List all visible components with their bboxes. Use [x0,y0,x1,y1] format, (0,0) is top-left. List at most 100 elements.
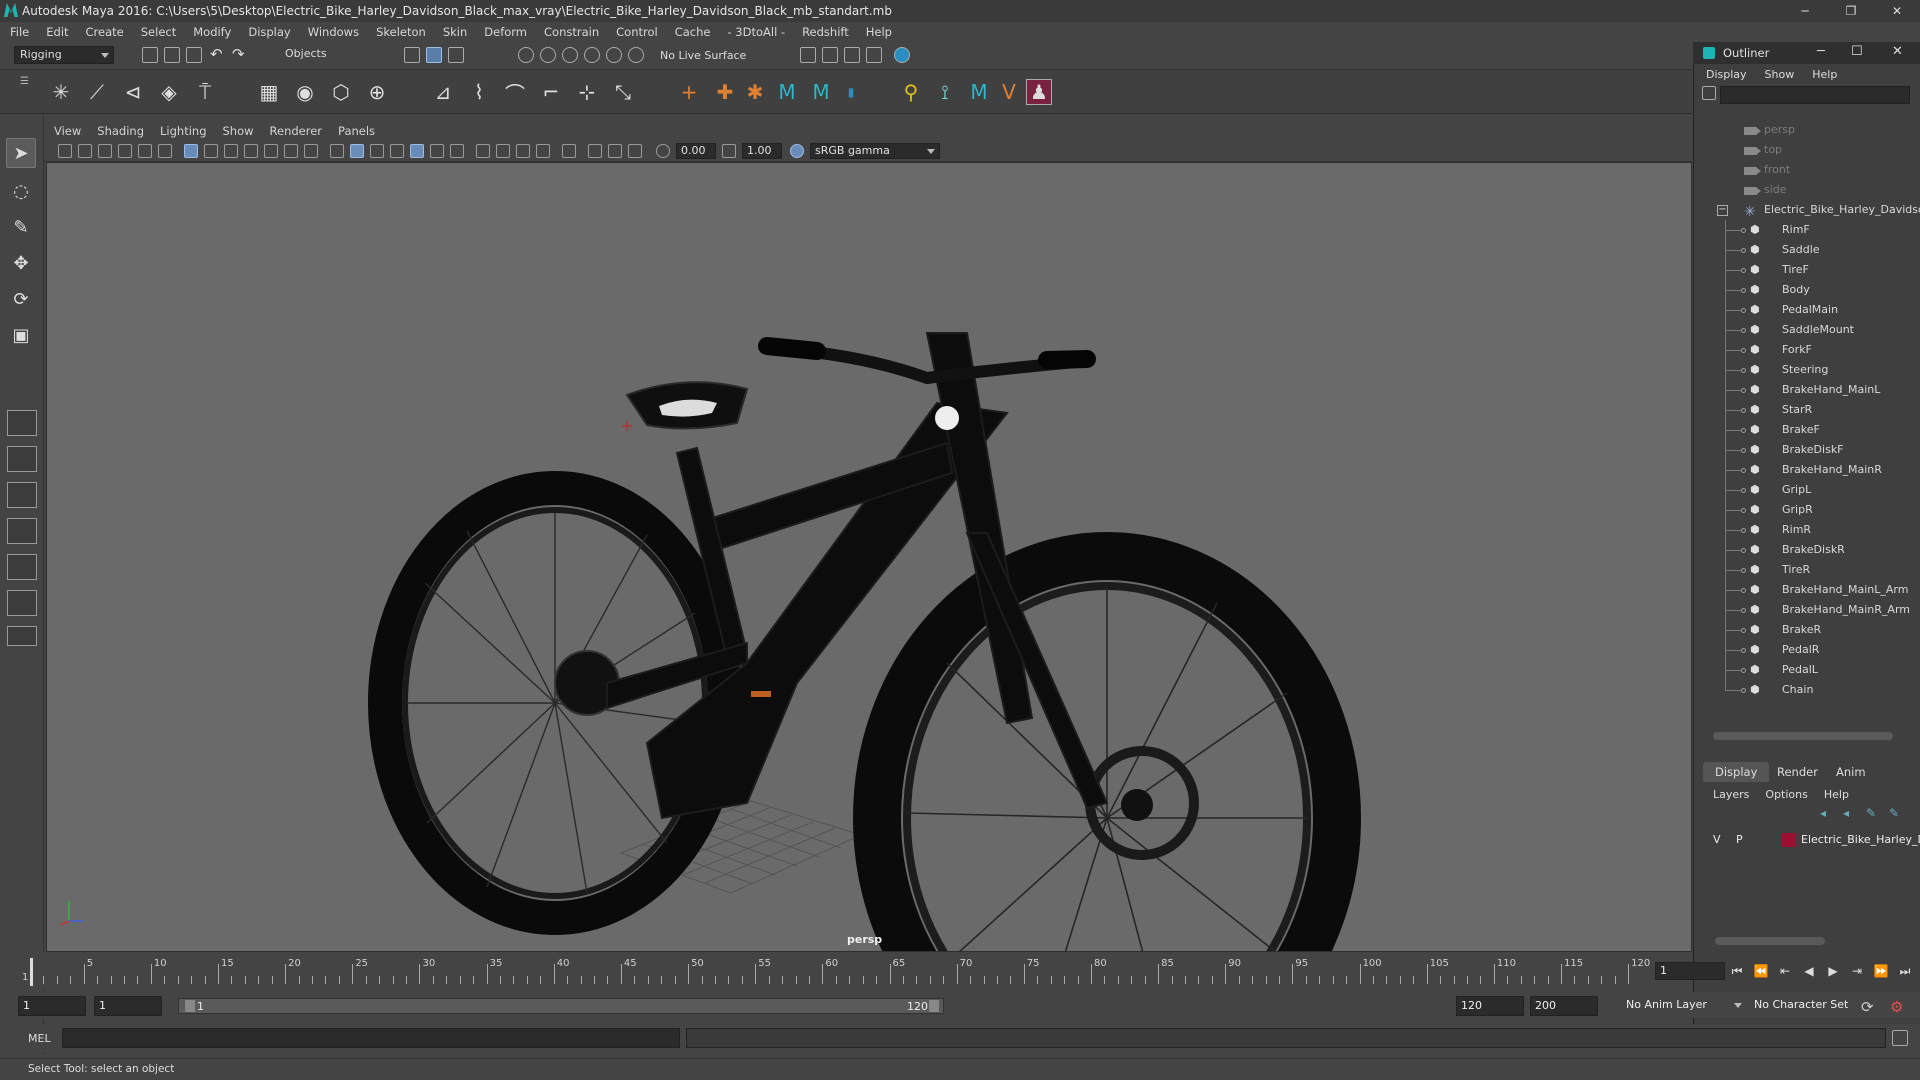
four-view-layout-icon[interactable] [7,446,37,472]
layer-tab-anim[interactable]: Anim [1824,762,1878,782]
snap-grid-icon[interactable] [518,47,534,63]
single-perspective-layout-icon[interactable] [7,410,37,436]
step-forward-frame-icon[interactable]: ⏩ [1872,962,1890,980]
expand-dot-icon[interactable] [1741,648,1746,653]
vp-menu-view[interactable]: View [54,124,81,138]
pole-vector-icon[interactable]: ⚲ [898,79,924,105]
outliner-persp-graph-layout-icon[interactable] [7,590,37,616]
expand-dot-icon[interactable] [1741,428,1746,433]
playback-start-field[interactable]: 1 [94,996,162,1016]
grid-toggle-icon[interactable] [184,144,198,158]
exposure-icon[interactable] [656,144,670,158]
expand-dot-icon[interactable] [1741,448,1746,453]
expand-dot-icon[interactable] [1741,408,1746,413]
expand-dot-icon[interactable] [1741,488,1746,493]
exposure-field[interactable]: 0.00 [676,143,716,159]
open-scene-icon[interactable] [164,47,180,63]
collapse-icon[interactable]: − [1717,205,1728,216]
command-input[interactable] [62,1028,680,1048]
joint-tool-icon[interactable]: ✳ [48,79,74,105]
wrap-deformer-icon[interactable]: ⬡ [328,79,354,105]
render-view-icon[interactable] [800,47,816,63]
expand-dot-icon[interactable] [1741,268,1746,273]
outliner-item-mesh[interactable]: ⬢ ForkF [1700,340,1910,360]
menu-skeleton[interactable]: Skeleton [376,25,426,39]
undo-icon[interactable]: ↶ [210,45,223,63]
outliner-item-mesh[interactable]: ⬢ BrakeHand_MainL_Arm [1700,580,1910,600]
menu-constrain[interactable]: Constrain [544,25,599,39]
outliner-item-mesh[interactable]: ⬢ TireR [1700,560,1910,580]
shelf-menu-icon[interactable]: ☰ [20,76,29,87]
parent-constraint-icon[interactable]: ▮ [838,79,864,105]
range-slider[interactable]: 1 120 [178,998,944,1014]
safe-title-icon[interactable] [304,144,318,158]
outliner-item-mesh[interactable]: ⬢ GripR [1700,500,1910,520]
minimize-button[interactable]: ─ [1782,0,1828,22]
isolate-select-icon[interactable] [562,144,576,158]
expand-dot-icon[interactable] [1741,628,1746,633]
multisample-aa-icon[interactable] [516,144,530,158]
aim-constraint-icon[interactable]: ✚ [712,79,738,105]
play-backward-icon[interactable]: ◀ [1800,962,1818,980]
layer-tab-render[interactable]: Render [1765,762,1830,782]
select-camera-icon[interactable] [58,144,72,158]
snap-point-icon[interactable] [562,47,578,63]
snap-curve-icon[interactable] [540,47,556,63]
wireframe-icon[interactable] [330,144,344,158]
point-constraint-icon[interactable]: + [676,79,702,105]
ipr-render-icon[interactable] [844,47,860,63]
scale-tool-icon[interactable]: ▣ [6,320,36,350]
expand-dot-icon[interactable] [1741,228,1746,233]
expand-dot-icon[interactable] [1741,508,1746,513]
step-back-frame-icon[interactable]: ⏪ [1752,962,1770,980]
new-layer-icon[interactable]: ✎ [1866,806,1876,820]
outliner-item-persp[interactable]: persp [1700,120,1910,140]
live-surface-label[interactable]: No Live Surface [660,49,746,62]
outliner-close-button[interactable]: ✕ [1892,44,1903,59]
layer-visibility-toggle[interactable]: V [1713,830,1721,850]
outliner-item-mesh[interactable]: ⬢ SaddleMount [1700,320,1910,340]
outliner-horizontal-scrollbar[interactable] [1713,732,1893,740]
safe-action-icon[interactable] [284,144,298,158]
layer-menu-help[interactable]: Help [1824,788,1849,801]
bookmarks-icon[interactable] [98,144,112,158]
character-set-dropdown[interactable]: No Character Set [1750,996,1870,1016]
expand-dot-icon[interactable] [1741,568,1746,573]
outliner-item-mesh[interactable]: ⬢ BrakeHand_MainR [1700,460,1910,480]
script-editor-icon[interactable] [1892,1030,1908,1046]
outliner-item-front[interactable]: front [1700,160,1910,180]
animation-end-field[interactable]: 200 [1530,996,1598,1016]
layer-row[interactable]: V P Electric_Bike_Harley_D [1708,830,1920,850]
outliner-item-mesh[interactable]: ⬢ BrakeF [1700,420,1910,440]
gamma-icon[interactable] [722,144,736,158]
outliner-search-input[interactable] [1720,86,1910,104]
select-hierarchy-icon[interactable] [404,47,420,63]
current-frame-field[interactable]: 1 [1655,962,1725,980]
2d-pan-zoom-icon[interactable] [138,144,152,158]
vp-menu-show[interactable]: Show [223,124,254,138]
outliner-menu-show[interactable]: Show [1765,68,1795,81]
view-transform-dropdown[interactable]: sRGB gamma [810,143,940,159]
expand-dot-icon[interactable] [1741,588,1746,593]
menu-file[interactable]: File [10,25,29,39]
detach-skin-icon[interactable]: ⌐ [538,79,564,105]
layer-playback-toggle[interactable]: P [1736,830,1743,850]
sculpt-deformer-icon[interactable]: ⊕ [364,79,390,105]
outliner-item-mesh[interactable]: ⬢ Saddle [1700,240,1910,260]
outliner-item-mesh[interactable]: ⬢ PedalL [1700,660,1910,680]
outliner-item-side[interactable]: side [1700,180,1910,200]
layer-menu-options[interactable]: Options [1765,788,1807,801]
blendshape-icon[interactable]: ⤡ [610,79,636,105]
custom-layout-icon[interactable] [7,626,37,646]
xray-active-icon[interactable] [608,144,622,158]
camera-attributes-icon[interactable] [78,144,92,158]
snap-view-plane-icon[interactable] [584,47,600,63]
move-tool-icon[interactable]: ✥ [6,248,36,278]
gate-mask-icon[interactable] [244,144,258,158]
expand-dot-icon[interactable] [1741,288,1746,293]
snap-surface-icon[interactable] [606,47,622,63]
menu-create[interactable]: Create [86,25,124,39]
outliner-filter-icon[interactable] [1702,86,1716,100]
range-start-handle[interactable] [185,1000,195,1012]
current-time-marker[interactable] [30,958,33,986]
